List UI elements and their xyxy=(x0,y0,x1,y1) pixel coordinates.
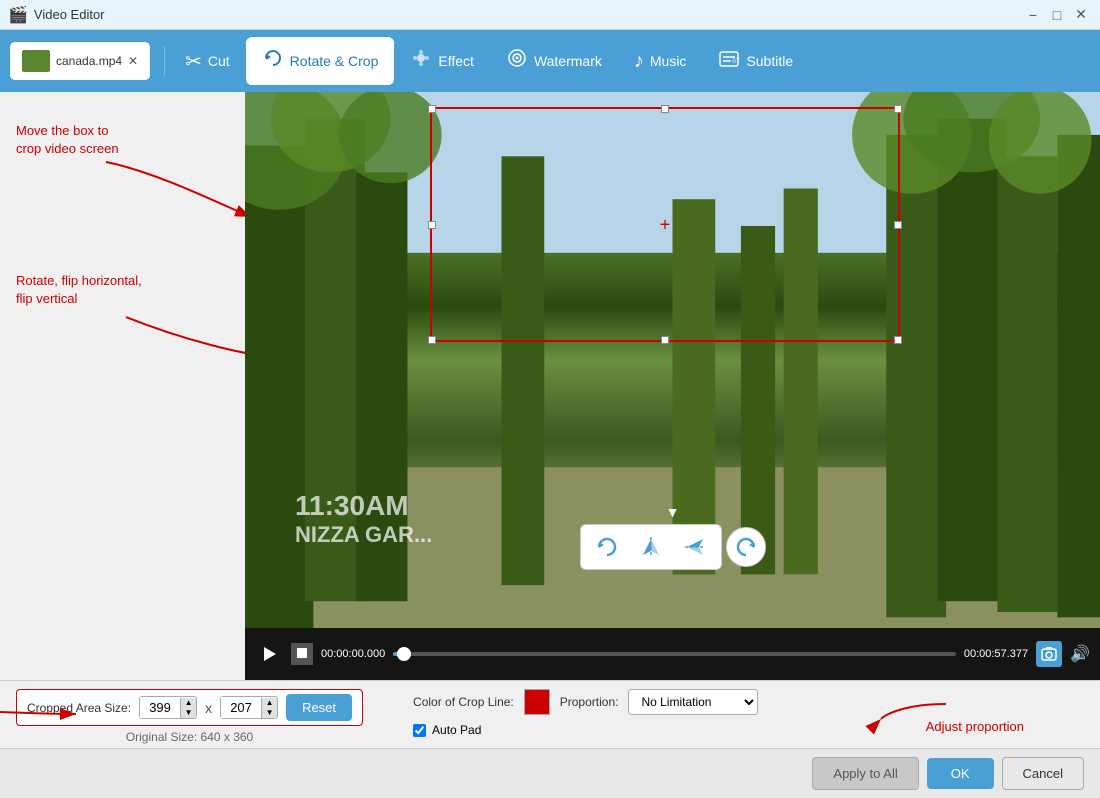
tab-watermark[interactable]: Watermark xyxy=(490,37,618,85)
proportion-label: Proportion: xyxy=(560,695,619,709)
tab-subtitle[interactable]: ST Subtitle xyxy=(702,37,809,85)
rotation-controls: ▼ xyxy=(580,524,766,570)
crop-handle-br[interactable] xyxy=(894,336,902,344)
crop-handle-mr[interactable] xyxy=(894,221,902,229)
color-swatch[interactable] xyxy=(524,689,550,715)
music-icon: ♪ xyxy=(634,50,644,73)
crop-handle-tr[interactable] xyxy=(894,105,902,113)
screenshot-button[interactable] xyxy=(1036,641,1062,667)
bottom-panel: Set the specificcropped area Cropped Are… xyxy=(0,680,1100,748)
crop-width-up[interactable]: ▲ xyxy=(180,698,196,708)
reset-button[interactable]: Reset xyxy=(286,694,352,721)
minimize-button[interactable]: − xyxy=(1022,4,1044,26)
cut-icon: ✂ xyxy=(185,49,202,74)
tab-music-label: Music xyxy=(650,53,687,69)
video-time: 11:30AM xyxy=(295,490,432,522)
crop-height-input[interactable]: ▲ ▼ xyxy=(220,696,278,719)
play-button[interactable] xyxy=(255,640,283,668)
proportion-select[interactable]: No Limitation 16:9 4:3 1:1 9:16 xyxy=(628,689,758,715)
crop-height-field[interactable] xyxy=(221,697,261,718)
subtitle-icon: ST xyxy=(718,48,740,75)
crop-handle-ml[interactable] xyxy=(428,221,436,229)
crop-height-down[interactable]: ▼ xyxy=(261,708,277,718)
video-canvas: 11:30AM NIZZA GAR... + ▼ xyxy=(245,92,1100,628)
crop-handle-tl[interactable] xyxy=(428,105,436,113)
timeline-thumb[interactable] xyxy=(397,647,411,661)
tab-subtitle-label: Subtitle xyxy=(746,53,793,69)
stop-button[interactable] xyxy=(291,643,313,665)
file-tab-close[interactable]: ✕ xyxy=(128,54,138,68)
titlebar: 🎬 Video Editor − □ ✕ xyxy=(0,0,1100,30)
crop-width-field[interactable] xyxy=(140,697,180,718)
tab-rotate-crop[interactable]: Rotate & Crop xyxy=(246,37,395,85)
playback-controls: 00:00:00.000 00:00:57.377 🔊 xyxy=(245,628,1100,680)
crop-handle-bl[interactable] xyxy=(428,336,436,344)
tab-cut-label: Cut xyxy=(208,53,230,69)
multiply-sign: x xyxy=(205,700,212,716)
ok-button[interactable]: OK xyxy=(927,758,994,789)
timeline[interactable] xyxy=(393,652,956,656)
time-end: 00:00:57.377 xyxy=(964,648,1028,660)
main-layout: Move the box tocrop video screen Rotate,… xyxy=(0,92,1100,680)
watermark-icon xyxy=(506,47,528,75)
volume-button[interactable]: 🔊 xyxy=(1070,644,1090,664)
crop-box[interactable]: + xyxy=(430,107,900,342)
close-button[interactable]: ✕ xyxy=(1070,4,1092,26)
crop-height-up[interactable]: ▲ xyxy=(261,698,277,708)
app-title: Video Editor xyxy=(34,7,105,22)
rotate-right-button[interactable] xyxy=(726,527,766,567)
effect-icon xyxy=(410,47,432,75)
crop-handle-bm[interactable] xyxy=(661,336,669,344)
rotate-icon xyxy=(262,47,284,75)
file-thumbnail xyxy=(22,50,50,72)
svg-text:ST: ST xyxy=(732,59,740,65)
tab-rotate-crop-label: Rotate & Crop xyxy=(290,53,379,69)
app-icon: 🎬 xyxy=(8,5,28,25)
video-overlay: 11:30AM NIZZA GAR... xyxy=(295,490,432,548)
rotate-flip-group xyxy=(580,524,722,570)
crop-width-input[interactable]: ▲ ▼ xyxy=(139,696,197,719)
flip-vertical-button[interactable] xyxy=(677,529,713,565)
crop-width-down[interactable]: ▼ xyxy=(180,708,196,718)
tab-effect-label: Effect xyxy=(438,53,474,69)
tab-watermark-label: Watermark xyxy=(534,53,602,69)
hint2-container: Rotate, flip horizontal,flip vertical xyxy=(16,272,142,308)
action-bar: Apply to All OK Cancel xyxy=(0,748,1100,798)
auto-pad-checkbox[interactable] xyxy=(413,724,426,737)
video-location: NIZZA GAR... xyxy=(295,522,432,548)
cancel-button[interactable]: Cancel xyxy=(1002,757,1084,790)
maximize-button[interactable]: □ xyxy=(1046,4,1068,26)
crop-crosshair: + xyxy=(660,214,671,235)
rotate-left-button[interactable] xyxy=(589,529,625,565)
video-area: 11:30AM NIZZA GAR... + ▼ xyxy=(245,92,1100,680)
hint4-text: Adjust proportion xyxy=(926,719,1024,734)
apply-to-all-button[interactable]: Apply to All xyxy=(812,757,918,790)
sidebar: Move the box tocrop video screen Rotate,… xyxy=(0,92,245,680)
nav-bar: canada.mp4 ✕ ✂ Cut Rotate & Crop Effect … xyxy=(0,30,1100,92)
tab-music[interactable]: ♪ Music xyxy=(618,37,703,85)
tab-cut[interactable]: ✂ Cut xyxy=(169,37,246,85)
flip-horizontal-button[interactable] xyxy=(633,529,669,565)
crop-handle-tm[interactable] xyxy=(661,105,669,113)
auto-pad-label: Auto Pad xyxy=(432,723,481,737)
file-tab-label[interactable]: canada.mp4 xyxy=(56,54,122,68)
tab-effect[interactable]: Effect xyxy=(394,37,490,85)
expand-chevron[interactable]: ▼ xyxy=(666,504,680,520)
time-start: 00:00:00.000 xyxy=(321,648,385,660)
color-crop-label: Color of Crop Line: xyxy=(413,695,514,709)
hint1-container: Move the box tocrop video screen xyxy=(16,122,119,158)
color-crop-section: Color of Crop Line: Proportion: No Limit… xyxy=(413,689,1084,715)
